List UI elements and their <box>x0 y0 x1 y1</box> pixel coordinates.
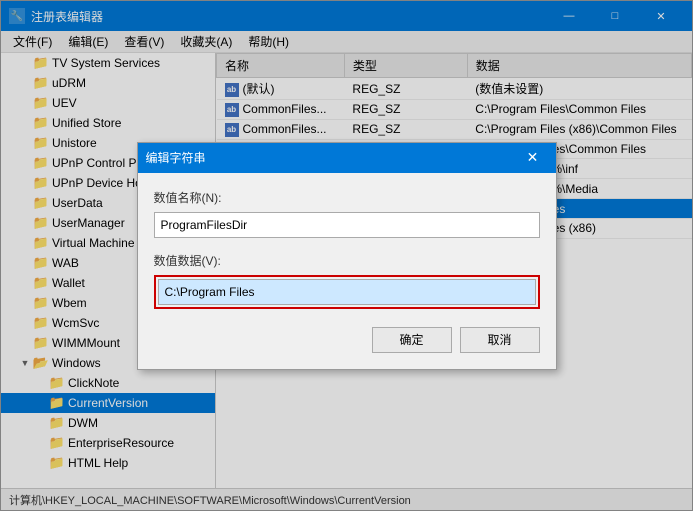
modal-overlay: 编辑字符串 ✕ 数值名称(N): 数值数据(V): 确定 取消 <box>0 0 693 511</box>
modal-title: 编辑字符串 <box>146 149 518 166</box>
value-input-wrapper <box>154 275 540 309</box>
modal-body: 数值名称(N): 数值数据(V): 确定 取消 <box>138 173 556 369</box>
modal-title-bar: 编辑字符串 ✕ <box>138 143 556 173</box>
modal-close-button[interactable]: ✕ <box>518 143 548 173</box>
value-label-row: 数值数据(V): <box>154 252 540 269</box>
name-input[interactable] <box>154 212 540 238</box>
modal-buttons: 确定 取消 <box>154 323 540 353</box>
value-input[interactable] <box>158 279 536 305</box>
value-label: 数值数据(V): <box>154 252 221 269</box>
ok-button[interactable]: 确定 <box>372 327 452 353</box>
edit-string-dialog: 编辑字符串 ✕ 数值名称(N): 数值数据(V): 确定 取消 <box>137 142 557 370</box>
value-section: 数值数据(V): <box>154 252 540 309</box>
name-label: 数值名称(N): <box>154 189 540 206</box>
cancel-button[interactable]: 取消 <box>460 327 540 353</box>
